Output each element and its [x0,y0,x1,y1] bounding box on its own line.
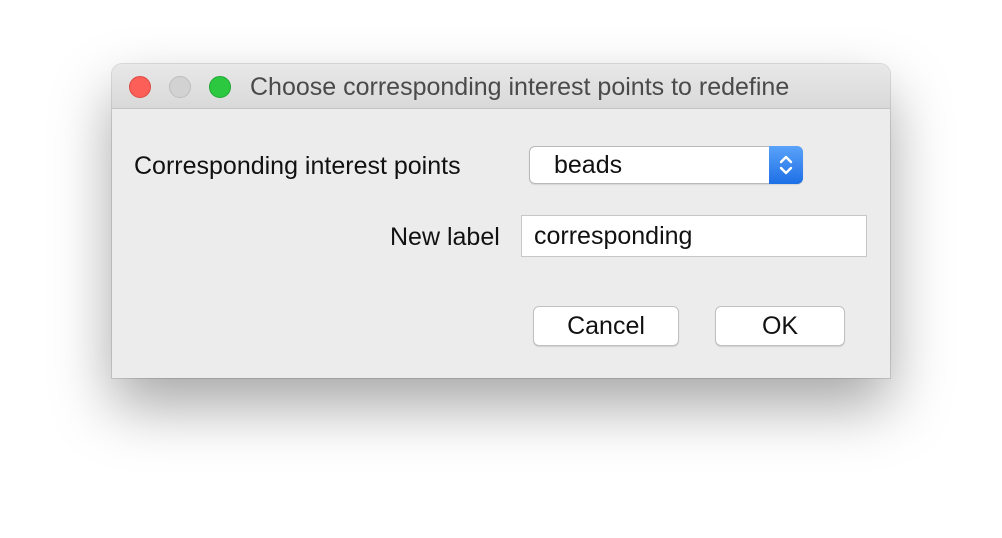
select-value: beads [554,151,623,179]
dialog-window: Choose corresponding interest points to … [112,64,890,378]
close-traffic-light-icon[interactable] [129,76,151,98]
new-label-label: New label [390,223,500,251]
chevron-up-down-icon[interactable] [769,146,803,184]
corresponding-interest-points-select[interactable]: beads [529,146,803,184]
cancel-button[interactable]: Cancel [533,306,679,346]
new-label-input[interactable] [521,215,867,257]
desktop-background: Choose corresponding interest points to … [0,0,1002,538]
ok-button[interactable]: OK [715,306,845,346]
minimize-traffic-light-icon [169,76,191,98]
window-title: Choose corresponding interest points to … [250,73,790,101]
corresponding-interest-points-label: Corresponding interest points [134,152,461,180]
title-bar[interactable]: Choose corresponding interest points to … [112,64,890,109]
zoom-traffic-light-icon[interactable] [209,76,231,98]
